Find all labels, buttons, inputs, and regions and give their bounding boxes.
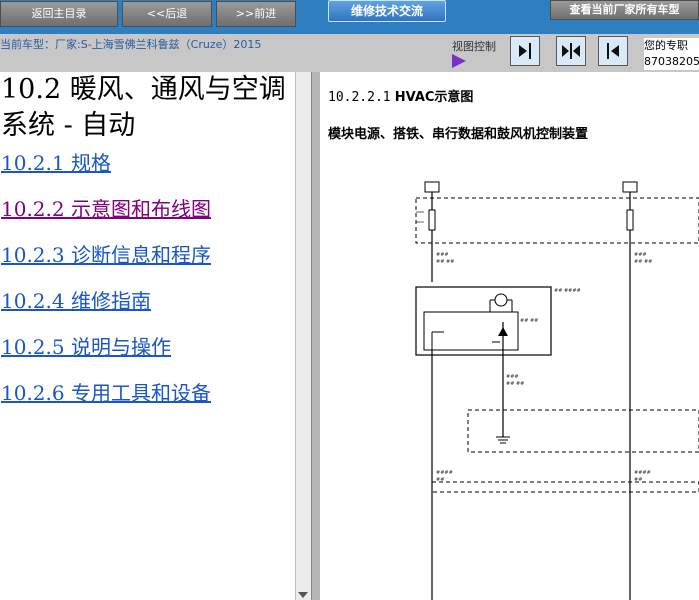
fuse-right [626,209,634,231]
fuse-left [428,209,436,231]
svg-text:###: ### [436,252,449,258]
svg-text:####: #### [436,470,453,476]
arrow-right-bar-icon [519,43,531,59]
back-button[interactable]: <<后退 [122,1,212,27]
document-panel: 10.2.2.1 HVAC示意图 模块电源、搭铁、串行数据和鼓风机控制装置 ##… [320,72,699,600]
forward-button[interactable]: >>前进 [216,1,296,27]
current-vehicle-text: 当前车型：厂家:S-上海雪佛兰科鲁兹（Cruze）2015 [0,38,262,51]
split-arrows-icon [562,43,580,59]
toc-panel: 10.2 暖风、通风与空调系统 - 自动 10.2.1 规格 10.2.2 示意… [0,72,295,600]
expert-contact: 您的专职 87038205 [644,38,699,70]
toc-link-repair[interactable]: 10.2.4 维修指南 [1,288,295,314]
svg-text:###: ### [506,374,519,380]
fuse-terminal-left [424,181,440,193]
svg-text:## ####: ## #### [554,288,581,294]
svg-text:##: ## [634,477,642,483]
svg-text:## ##: ## ## [520,318,538,324]
home-button[interactable]: 返回主目录 [0,1,118,27]
toc-link-specifications[interactable]: 10.2.1 规格 [1,150,295,176]
view-all-models-button[interactable]: 查看当前厂家所有车型 [550,0,699,20]
toc-link-description[interactable]: 10.2.5 说明与操作 [1,334,295,360]
fuse-block-outline [415,197,699,244]
view-control-label: 视图控制 [452,40,496,53]
split-view-button[interactable] [556,36,586,66]
lower-connector-outline [431,481,699,493]
panel-splitter[interactable] [311,72,320,600]
top-toolbar: 返回主目录 <<后退 >>前进 维修技术交流 查看当前厂家所有车型 [0,0,699,34]
expert-label: 您的专职 [644,39,688,52]
toc-link-diagnostics[interactable]: 10.2.3 诊断信息和程序 [1,242,295,268]
hvac-schematic-diagram: ### ## ## ### ## ## ### ## ## #### ## ##… [415,181,699,600]
view-control-arrow-icon [452,54,466,68]
info-bar: 当前车型：厂家:S-上海雪佛兰科鲁兹（Cruze）2015 视图控制 您的专职 … [0,34,699,72]
fuse-terminal-right [622,181,638,193]
scroll-down-arrow-icon[interactable] [298,592,308,598]
expand-right-panel-button[interactable] [510,36,540,66]
svg-text:####: #### [634,470,651,476]
blower-motor-icon [494,293,508,307]
svg-text:###: ### [634,252,647,258]
svg-text:## ##: ## ## [436,259,454,265]
svg-text:## ##: ## ## [634,259,652,265]
heading-number: 10.2.2.1 [328,90,391,105]
forum-button[interactable]: 维修技术交流 [328,0,446,22]
toc-scrollbar[interactable] [295,72,311,600]
heading-title: HVAC示意图 [394,90,474,105]
toc-link-special-tools[interactable]: 10.2.6 专用工具和设备 [1,380,295,406]
svg-text:##: ## [436,477,444,483]
expert-phone: 87038205 [644,55,699,68]
expand-left-panel-button[interactable] [598,36,628,66]
section-title: 10.2 暖风、通风与空调系统 - 自动 [1,74,286,141]
document-heading: 10.2.2.1 HVAC示意图 [328,86,473,105]
document-subheading: 模块电源、搭铁、串行数据和鼓风机控制装置 [328,127,589,142]
arrow-left-bar-icon [607,43,619,59]
svg-text:## ##: ## ## [506,381,524,387]
toc-link-schematics[interactable]: 10.2.2 示意图和布线图 [1,196,295,222]
